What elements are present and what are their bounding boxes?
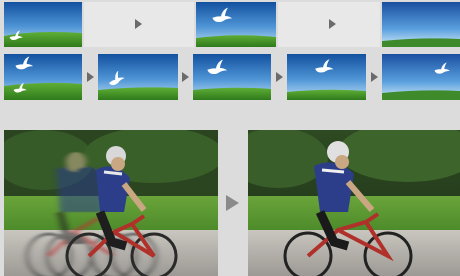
mid-frame-1[interactable] <box>4 54 82 100</box>
top-frame-5[interactable] <box>382 2 460 47</box>
play-arrow-icon <box>368 70 380 84</box>
dove-landscape-icon <box>287 54 366 100</box>
mid-frame-5[interactable] <box>382 54 460 100</box>
top-frame-1[interactable] <box>4 2 82 47</box>
cyclist-blurred-photo <box>4 130 218 276</box>
dove-landscape-icon <box>4 54 82 100</box>
dove-landscape-icon <box>196 2 276 47</box>
cyclist-after-photo[interactable] <box>248 130 460 276</box>
cyclist-sharp-photo <box>248 130 460 276</box>
mid-frame-3[interactable] <box>193 54 271 100</box>
play-arrow-icon <box>179 70 191 84</box>
sky-landscape-icon <box>382 2 460 47</box>
dove-landscape-icon <box>98 54 178 100</box>
play-arrow-icon <box>84 70 96 84</box>
cyclist-before-photo[interactable] <box>4 130 218 276</box>
mid-frame-2[interactable] <box>98 54 178 100</box>
play-arrow-icon <box>273 70 285 84</box>
dove-landscape-icon <box>193 54 271 100</box>
top-frame-3[interactable] <box>196 2 276 47</box>
play-arrow-icon <box>223 194 241 212</box>
dove-landscape-icon <box>382 54 460 100</box>
play-arrow-icon <box>131 17 145 31</box>
play-arrow-icon <box>325 17 339 31</box>
dove-landscape-icon <box>4 2 82 47</box>
mid-frame-4[interactable] <box>287 54 366 100</box>
